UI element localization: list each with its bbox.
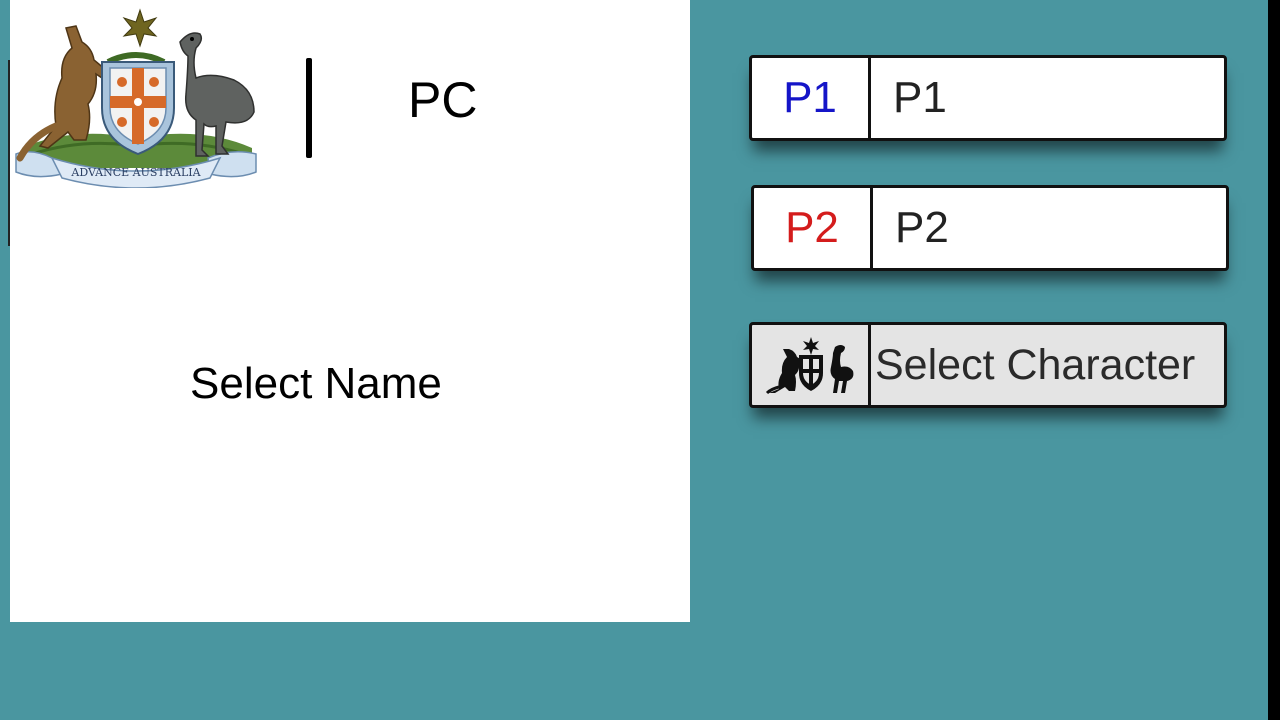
name-panel: ADVANCE AUSTRALIA PC Select Name xyxy=(10,0,690,622)
select-name-prompt: Select Name xyxy=(190,359,442,408)
mode-label: PC xyxy=(408,72,478,128)
player-1-name[interactable]: P1 xyxy=(871,58,1224,138)
coat-of-arms-silhouette-icon xyxy=(765,337,854,395)
player-2-tag: P2 xyxy=(754,188,873,268)
game-screen: ADVANCE AUSTRALIA PC Select Name P1 P1 P… xyxy=(0,0,1280,720)
select-character-label: Select Character xyxy=(875,340,1196,389)
header-divider xyxy=(306,58,312,158)
player-1-row[interactable]: P1 P1 xyxy=(749,55,1227,141)
player-2-row[interactable]: P2 P2 xyxy=(751,185,1229,271)
left-edge xyxy=(0,0,10,720)
player-1-tag: P1 xyxy=(752,58,871,138)
character-icon-cell xyxy=(752,325,871,405)
player-2-name[interactable]: P2 xyxy=(873,188,1226,268)
emblem-motto: ADVANCE AUSTRALIA xyxy=(70,166,201,179)
right-edge xyxy=(1268,0,1280,720)
australian-coat-of-arms-icon: ADVANCE AUSTRALIA xyxy=(15,8,257,188)
select-character-button[interactable]: Select Character xyxy=(749,322,1227,408)
